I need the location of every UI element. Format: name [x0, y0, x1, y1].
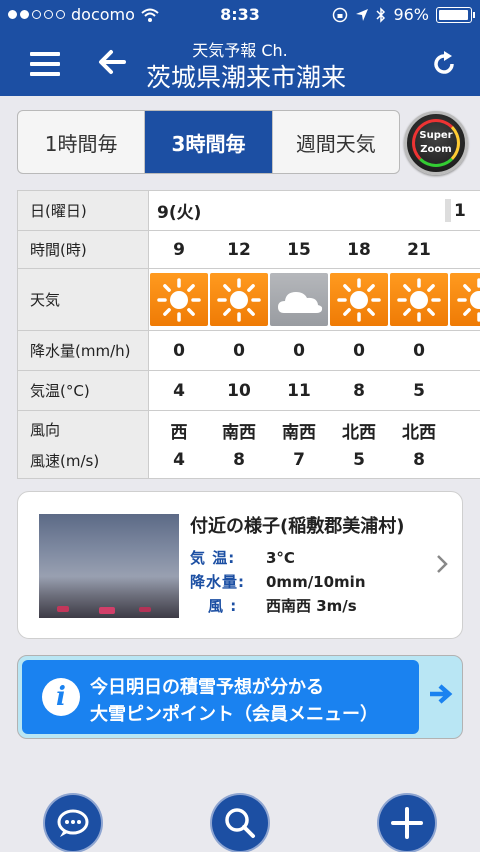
chevron-right-icon	[436, 554, 448, 580]
wind-speed-cell: 4	[173, 450, 185, 470]
wind-dir-cell: 南西	[282, 422, 316, 443]
refresh-button[interactable]	[430, 50, 458, 78]
nearby-title: 付近の様子(稲敷郡美浦村)	[190, 516, 405, 537]
hour-cell: 12	[227, 239, 251, 260]
wind-speed-cell: 8	[233, 450, 245, 470]
time-row: 時間(時) 9 12 15 18 21	[18, 231, 480, 269]
cloudy-icon	[270, 273, 328, 326]
back-button[interactable]	[96, 46, 128, 78]
precip-row: 降水量(mm/h) 0 0 0 0 0	[18, 331, 480, 371]
wind-row: 風向 風速(m/s) 西 南西 南西 北西 北西 4 8 7 5 8	[18, 411, 480, 479]
page-title: 茨城県潮来市潮来	[145, 63, 346, 92]
sunny-icon	[210, 273, 268, 326]
search-button[interactable]	[212, 795, 268, 851]
time-label: 時間(時)	[18, 231, 149, 268]
nearby-conditions-card[interactable]: 付近の様子(稲敷郡美浦村) 気 温: 3°C 降水量: 0mm/10min 風 :西…	[17, 491, 463, 639]
nearby-precip: 降水量: 0mm/10min	[190, 573, 366, 591]
temp-cell: 10	[227, 380, 251, 401]
chat-icon	[57, 809, 89, 837]
date-row: 日(曜日) 9(火) 1	[18, 191, 480, 231]
sunny-icon	[330, 273, 388, 326]
temp-cell: 11	[287, 380, 311, 401]
app-header: 天気予報 Ch. 茨城県潮来市潮来	[0, 30, 480, 96]
precip-cell: 0	[173, 340, 185, 361]
temp-row: 気温(°C) 4 10 11 8 5	[18, 371, 480, 411]
forecast-table: 日(曜日) 9(火) 1 時間(時) 9 12 15 18 21 天気 降水量(…	[17, 190, 480, 479]
next-date-cell: 1	[454, 200, 466, 221]
info-icon: i	[42, 678, 80, 716]
date-label: 日(曜日)	[18, 191, 149, 230]
hour-cell: 21	[407, 239, 431, 260]
banner-line-2: 大雪ピンポイント（会員メニュー）	[90, 704, 378, 725]
banner-line-1: 今日明日の積雪予想が分かる	[90, 677, 324, 698]
battery-icon	[436, 6, 475, 23]
precip-cell: 0	[293, 340, 305, 361]
nearby-wind: 風 : 西南西 3m/s	[208, 597, 357, 615]
wind-dir-cell: 南西	[222, 422, 256, 443]
tab-hourly[interactable]: 1時間毎	[18, 111, 146, 173]
sunny-icon	[150, 273, 208, 326]
live-camera-photo	[39, 514, 179, 618]
hour-cell: 15	[287, 239, 311, 260]
wind-dir-cell: 西	[170, 422, 188, 443]
sunny-icon	[450, 273, 480, 326]
chat-button[interactable]	[45, 795, 101, 851]
add-button[interactable]	[379, 795, 435, 851]
wind-dir-cell: 北西	[342, 422, 376, 443]
precip-cell: 0	[353, 340, 365, 361]
bluetooth-icon	[376, 6, 386, 23]
wind-speed-cell: 7	[293, 450, 305, 470]
super-zoom-button[interactable]: Super Zoom	[404, 111, 468, 175]
location-icon	[356, 8, 369, 21]
hour-cell: 18	[347, 239, 371, 260]
date-cell: 9(火)	[157, 203, 202, 223]
menu-button[interactable]	[30, 52, 60, 76]
snow-forecast-banner[interactable]: i 今日明日の積雪予想が分かる 大雪ピンポイント（会員メニュー）	[17, 655, 463, 739]
wind-speed-cell: 5	[353, 450, 365, 470]
wind-label: 風向 風速(m/s)	[18, 411, 149, 478]
sunny-icon	[390, 273, 448, 326]
weather-row: 天気	[18, 269, 480, 331]
hour-cell: 9	[173, 239, 185, 260]
tab-3hourly[interactable]: 3時間毎	[145, 111, 273, 173]
precip-cell: 0	[413, 340, 425, 361]
temp-cell: 4	[173, 380, 185, 401]
temp-cell: 5	[413, 380, 425, 401]
weather-label: 天気	[18, 269, 149, 330]
precip-label: 降水量(mm/h)	[18, 331, 149, 370]
interval-tabs: 1時間毎 3時間毎 週間天気	[17, 110, 400, 174]
rotation-lock-icon	[333, 7, 348, 22]
wind-dir-cell: 北西	[402, 422, 436, 443]
back-arrow-icon	[99, 50, 126, 74]
battery-percent: 96%	[393, 5, 429, 24]
nearby-temp: 気 温: 3°C	[190, 549, 295, 567]
arrow-right-icon	[428, 683, 454, 711]
plus-icon	[391, 807, 423, 839]
precip-cell: 0	[233, 340, 245, 361]
temp-label: 気温(°C)	[18, 371, 149, 410]
tab-weekly[interactable]: 週間天気	[273, 111, 399, 173]
wind-speed-cell: 8	[413, 450, 425, 470]
temp-cell: 8	[353, 380, 365, 401]
status-bar: docomo 8:33 96%	[0, 0, 480, 30]
search-icon	[225, 808, 255, 838]
refresh-icon	[434, 51, 454, 74]
